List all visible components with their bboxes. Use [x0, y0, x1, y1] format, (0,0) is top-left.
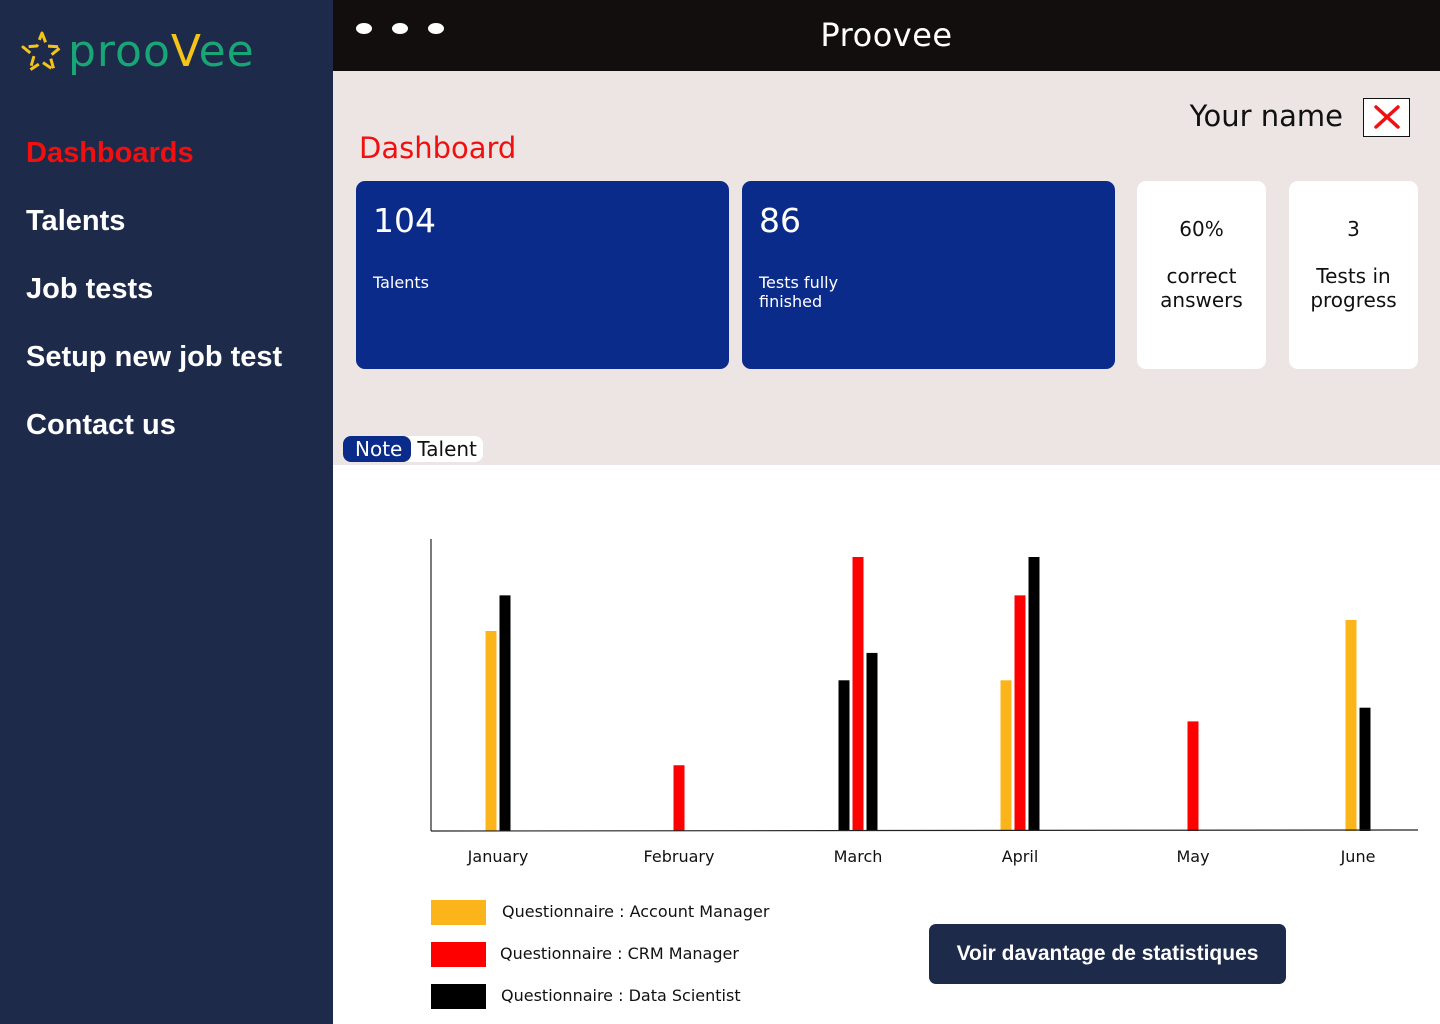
user-name[interactable]: Your name — [1190, 99, 1343, 133]
sidebar-item-contact-us[interactable]: Contact us — [26, 404, 282, 472]
legend-swatch — [431, 984, 486, 1009]
bar-january — [485, 630, 497, 831]
stat-value: 86 — [759, 201, 801, 240]
close-icon — [1374, 105, 1400, 129]
x-tick-label: February — [644, 847, 715, 866]
sidebar-item-job-tests[interactable]: Job tests — [26, 268, 282, 336]
sidebar-item-dashboards[interactable]: Dashboards — [26, 132, 282, 200]
window-title-bar: Proovee — [333, 0, 1440, 71]
x-tick-label: April — [1002, 847, 1039, 866]
x-tick-label: May — [1176, 847, 1209, 866]
legend-label: Questionnaire : CRM Manager — [500, 944, 739, 963]
legend-label: Questionnaire : Account Manager — [502, 902, 770, 921]
stat-label: Tests in progress — [1310, 264, 1397, 312]
stat-label: correct answers — [1160, 264, 1243, 312]
stat-card-tests-in-progress[interactable]: 3 Tests in progress — [1289, 181, 1418, 369]
stat-value: 3 — [1347, 217, 1360, 241]
bar-april — [1028, 557, 1040, 831]
logo[interactable]: prooVee — [20, 28, 255, 76]
bar-may — [1187, 721, 1199, 831]
tab-note[interactable]: Note — [343, 436, 412, 462]
sidebar-item-talents[interactable]: Talents — [26, 200, 282, 268]
stat-card-tests-finished[interactable]: 86 Tests fully finished — [742, 181, 1115, 369]
x-tick-label: June — [1340, 847, 1376, 866]
bar-march — [838, 680, 850, 831]
legend-label: Questionnaire : Data Scientist — [501, 986, 741, 1005]
sidebar: prooVee Dashboards Talents Job tests Set… — [0, 0, 333, 1024]
stat-label: Tests fully finished — [759, 273, 839, 311]
bar-june — [1345, 620, 1357, 831]
star-logo-icon — [21, 31, 63, 72]
legend-swatch — [431, 942, 486, 967]
x-axis — [430, 829, 1419, 832]
dashboard-header: Your name Dashboard 104 Talents 86 Tests… — [333, 71, 1440, 465]
stat-value: 104 — [373, 201, 436, 240]
tab-talent[interactable]: Talent — [411, 436, 483, 462]
page-title: Dashboard — [359, 131, 517, 165]
bar-march — [852, 557, 864, 831]
bar-february — [673, 765, 685, 831]
bar-april — [1000, 680, 1012, 831]
bar-january — [499, 595, 511, 831]
bar-june — [1359, 707, 1371, 831]
stat-card-talents[interactable]: 104 Talents — [356, 181, 729, 369]
close-button[interactable] — [1363, 98, 1410, 137]
legend-swatch — [431, 900, 486, 925]
x-tick-label: January — [467, 847, 529, 866]
bar-march — [866, 652, 878, 831]
more-stats-button[interactable]: Voir davantage de statistiques — [929, 924, 1286, 984]
bar-april — [1014, 595, 1026, 831]
app-title: Proovee — [820, 16, 953, 54]
chart-tabs: Note Talent — [343, 436, 483, 462]
stat-card-correct-answers[interactable]: 60% correct answers — [1137, 181, 1266, 369]
stat-label: Talents — [373, 273, 429, 292]
x-tick-label: March — [834, 847, 883, 866]
stat-value: 60% — [1179, 217, 1224, 241]
sidebar-nav: Dashboards Talents Job tests Setup new j… — [26, 132, 282, 472]
sidebar-item-setup-new-job-test[interactable]: Setup new job test — [26, 336, 282, 404]
logo-text: prooVee — [68, 26, 255, 77]
